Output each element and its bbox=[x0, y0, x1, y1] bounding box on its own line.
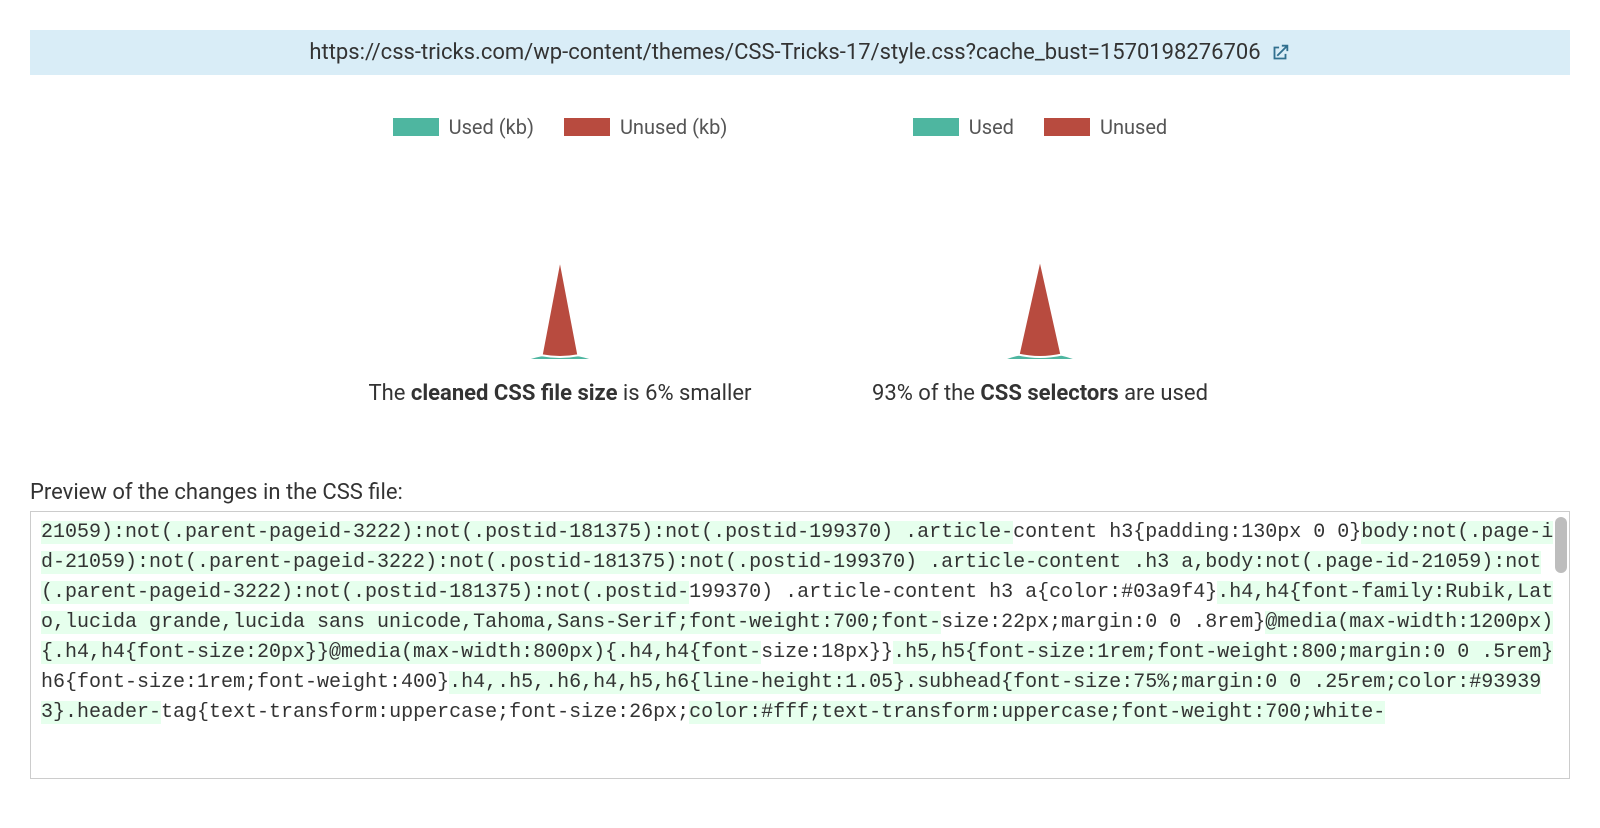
legend-label: Unused bbox=[1100, 115, 1167, 139]
swatch-used bbox=[913, 118, 959, 136]
url-bar: https://css-tricks.com/wp-content/themes… bbox=[30, 30, 1570, 75]
legend-unused: Unused bbox=[1044, 115, 1167, 139]
legend-label: Used bbox=[969, 115, 1014, 139]
legend-used-kb: Used (kb) bbox=[393, 115, 534, 139]
caption-selectors: 93% of the CSS selectors are used bbox=[872, 379, 1208, 410]
legend-unused-kb: Unused (kb) bbox=[564, 115, 727, 139]
pie-filesize bbox=[460, 159, 660, 359]
swatch-used bbox=[393, 118, 439, 136]
chart-selectors: Used Unused 93% of the CSS selectors are… bbox=[820, 115, 1260, 410]
legend-label: Used (kb) bbox=[449, 115, 534, 139]
file-url: https://css-tricks.com/wp-content/themes… bbox=[309, 40, 1260, 65]
css-diff-preview[interactable]: 21059):not(.parent-pageid-3222):not(.pos… bbox=[30, 511, 1570, 779]
external-link-icon[interactable] bbox=[1269, 42, 1291, 64]
charts-row: Used (kb) Unused (kb) The cleaned CSS fi… bbox=[30, 115, 1570, 410]
preview-heading: Preview of the changes in the CSS file: bbox=[30, 480, 1570, 505]
swatch-unused bbox=[1044, 118, 1090, 136]
legend-label: Unused (kb) bbox=[620, 115, 727, 139]
scrollbar-thumb[interactable] bbox=[1555, 517, 1567, 573]
swatch-unused bbox=[564, 118, 610, 136]
caption-filesize: The cleaned CSS file size is 6% smaller bbox=[369, 379, 752, 410]
legend-filesize: Used (kb) Unused (kb) bbox=[393, 115, 728, 139]
scrollbar[interactable] bbox=[1555, 517, 1567, 771]
pie-selectors bbox=[940, 159, 1140, 359]
legend-used: Used bbox=[913, 115, 1014, 139]
chart-filesize: Used (kb) Unused (kb) The cleaned CSS fi… bbox=[340, 115, 780, 410]
legend-selectors: Used Unused bbox=[913, 115, 1167, 139]
